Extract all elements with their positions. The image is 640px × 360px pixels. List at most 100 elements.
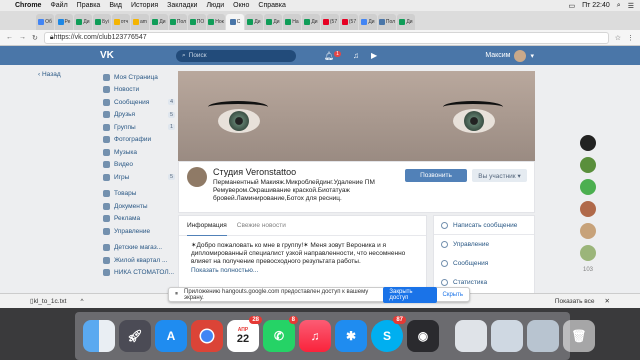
menu-view[interactable]: Вид (109, 2, 122, 9)
launchpad-icon[interactable]: 🚀︎ (119, 320, 151, 352)
vk-logo[interactable]: VK (100, 50, 126, 61)
menu-file[interactable]: Файл (50, 2, 67, 9)
menu-list-icon[interactable]: ☰ (628, 2, 634, 10)
browser-tab[interactable]: Ре (55, 14, 73, 30)
back-link[interactable]: ‹ Назад (38, 71, 61, 78)
browser-tab[interactable]: Ди (150, 14, 168, 30)
sidebar-item[interactable]: Детские магаз... (103, 242, 175, 255)
chat-avatar[interactable] (580, 245, 596, 261)
messages-link[interactable]: Сообщения (434, 254, 534, 273)
sidebar-item[interactable]: НИКА СТОМАТОЛ... (103, 267, 175, 280)
tab-label: ПО (196, 19, 205, 25)
browser-tab[interactable]: С (226, 14, 244, 30)
call-button[interactable]: Позвонить (405, 169, 467, 182)
chrome-menu-icon[interactable]: ⋮ (627, 34, 634, 42)
browser-tab[interactable]: На (283, 14, 301, 30)
browser-tab[interactable]: (57 (340, 14, 358, 30)
chat-avatar[interactable] (580, 179, 596, 195)
sidebar-item[interactable]: Группы 1 (103, 121, 175, 134)
browser-tab[interactable]: Об (36, 14, 54, 30)
tab-label: На (292, 19, 299, 25)
search-icon: ⌕ (182, 51, 186, 59)
write-message-link[interactable]: Написать сообщение (434, 216, 534, 235)
browser-tab[interactable]: Буі (93, 14, 111, 30)
browser-tab[interactable]: Ди (264, 14, 282, 30)
browser-tab[interactable]: Ди (245, 14, 263, 30)
member-button[interactable]: Вы участник ▾ (472, 169, 527, 182)
show-more-link[interactable]: Показать полностью... (191, 267, 258, 274)
browser-tab[interactable]: ПО (188, 14, 206, 30)
chrome-icon[interactable] (191, 320, 223, 352)
stop-sharing-button[interactable]: Закрыть доступ (383, 286, 437, 303)
whatsapp-icon[interactable]: ✆ 8 (263, 316, 298, 352)
browser-tab[interactable]: Ди (74, 14, 92, 30)
download-file[interactable]: kl_to_1c.txt (34, 298, 67, 305)
show-all-button[interactable]: Показать все (555, 298, 595, 305)
finder-icon[interactable] (83, 320, 115, 352)
menu-app[interactable]: Chrome (15, 2, 41, 9)
browser-tab[interactable]: Пол (169, 14, 187, 30)
trash-icon[interactable]: 🗑︎ (563, 320, 595, 352)
group-avatar[interactable] (187, 167, 207, 187)
menu-people[interactable]: Люди (206, 2, 224, 9)
sidebar-item[interactable]: Товары (103, 188, 175, 201)
sidebar-item[interactable]: Моя Страница (103, 71, 175, 84)
play-icon[interactable]: ▶ (371, 51, 377, 60)
folder-icon[interactable] (527, 320, 559, 352)
chevron-up-icon[interactable]: ^ (80, 298, 83, 305)
hide-button[interactable]: Скрыть (443, 292, 463, 298)
back-icon[interactable]: ← (6, 34, 13, 41)
browser-tab[interactable]: Ди (302, 14, 320, 30)
sidebar-item[interactable]: Музыка (103, 146, 175, 159)
browser-tab[interactable]: Нок (207, 14, 225, 30)
browser-tab[interactable]: Пол (378, 14, 396, 30)
chat-avatar[interactable] (580, 201, 596, 217)
app-store-icon[interactable]: A (155, 320, 187, 352)
menu-history[interactable]: История (131, 2, 158, 9)
sidebar-item[interactable]: Документы (103, 200, 175, 213)
calendar-icon[interactable]: АПР 22 28 (227, 316, 262, 352)
window-thumbnail-icon[interactable] (491, 320, 523, 352)
window-thumbnail-icon[interactable] (455, 320, 487, 352)
sidebar-item[interactable]: Управление (103, 225, 175, 238)
chat-avatar[interactable] (580, 223, 596, 239)
menu-bookmarks[interactable]: Закладки (167, 2, 197, 9)
bookmark-star-icon[interactable]: ☆ (615, 34, 621, 42)
browser-tab[interactable]: am (131, 14, 149, 30)
search-icon[interactable]: ⌕ (617, 2, 621, 10)
browser-tab[interactable]: Ди (397, 14, 415, 30)
music-app-icon[interactable]: ♫ (299, 320, 331, 352)
quicktime-icon[interactable]: ◉ (407, 320, 439, 352)
browser-tab[interactable]: отч (112, 14, 130, 30)
menu-help[interactable]: Справка (258, 2, 285, 9)
sidebar-item[interactable]: Новости (103, 84, 175, 97)
sidebar-item[interactable]: Реклама (103, 213, 175, 226)
chat-avatar[interactable] (580, 157, 596, 173)
sidebar-item[interactable]: Друзья 5 (103, 109, 175, 122)
url-field[interactable]: 🔒︎ https://vk.com/club123776547 (43, 31, 609, 44)
compass-icon[interactable]: ✱ (335, 320, 367, 352)
sidebar-item[interactable]: Жилой квартал ... (103, 254, 175, 267)
browser-tab[interactable]: (57 (321, 14, 339, 30)
tab-information[interactable]: Информация (187, 216, 227, 236)
sidebar-item[interactable]: Фотографии (103, 134, 175, 147)
sidebar-item[interactable]: Сообщения 4 (103, 96, 175, 109)
battery-icon[interactable]: ▭ (568, 2, 575, 10)
music-icon[interactable]: ♫ (353, 51, 359, 60)
tab-news[interactable]: Свежие новости (237, 222, 286, 229)
skype-icon[interactable]: S 87 (371, 316, 406, 352)
chat-avatar[interactable] (580, 135, 596, 151)
vk-search-input[interactable]: ⌕ Поиск (176, 49, 296, 62)
forward-icon[interactable]: → (19, 34, 26, 41)
manage-link[interactable]: Управление (434, 235, 534, 254)
sidebar-item[interactable]: Видео (103, 159, 175, 172)
bell-icon[interactable]: 🔔︎ 1 (324, 50, 341, 60)
menu-edit[interactable]: Правка (77, 2, 101, 9)
sidebar-item[interactable]: Игры 5 (103, 171, 175, 184)
clock[interactable]: Пт 22:40 (582, 2, 610, 9)
user-menu[interactable]: Максим ▾ (485, 49, 534, 62)
reload-icon[interactable]: ↻ (32, 34, 38, 42)
close-icon[interactable]: ✕ (605, 297, 610, 305)
menu-window[interactable]: Окно (233, 2, 249, 9)
browser-tab[interactable]: Ди (359, 14, 377, 30)
